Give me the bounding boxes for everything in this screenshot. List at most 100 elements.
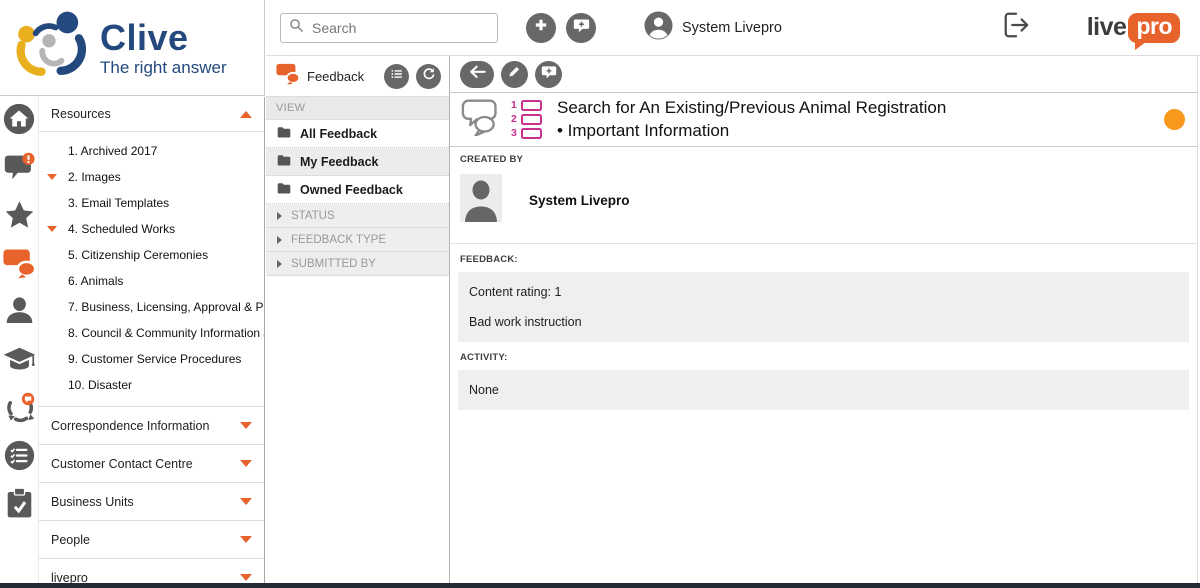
task-list-icon — [4, 440, 35, 476]
tree-item[interactable]: 6. Animals — [39, 268, 264, 294]
back-button[interactable] — [460, 61, 494, 88]
activity-content-box: None — [458, 370, 1189, 410]
expand-caret-icon — [47, 226, 57, 232]
tree-item[interactable]: 1. Archived 2017 — [39, 138, 264, 164]
speech-bubbles-outline-icon — [460, 98, 502, 141]
livepro-logo: live pro — [1087, 13, 1180, 43]
sidebar-item-workflow[interactable] — [3, 393, 36, 426]
tree-item[interactable]: 4. Scheduled Works — [39, 216, 264, 242]
sidebar-item-checklist[interactable] — [3, 489, 36, 522]
livepro-logo-pro: pro — [1136, 13, 1172, 39]
chevron-down-icon — [240, 460, 252, 467]
tree-item[interactable]: 10. Disaster — [39, 372, 264, 398]
tree-item-label: 5. Citizenship Ceremonies — [68, 248, 208, 262]
chevron-up-icon — [240, 111, 252, 118]
tree-item[interactable]: 9. Customer Service Procedures — [39, 346, 264, 372]
feedback-view-label: All Feedback — [300, 127, 377, 141]
resources-tree-list: 1. Archived 2017 2. Images 3. Email Temp… — [39, 132, 264, 398]
feedback-filter-list: STATUS FEEDBACK TYPE SUBMITTED BY — [266, 204, 449, 276]
tree-item[interactable]: 7. Business, Licensing, Approval & Permi… — [39, 294, 264, 320]
sidebar-item-training[interactable] — [3, 345, 36, 378]
add-button[interactable] — [526, 13, 556, 43]
tree-item[interactable]: 5. Citizenship Ceremonies — [39, 242, 264, 268]
refresh-button[interactable] — [416, 64, 441, 89]
feedback-filter-section[interactable]: FEEDBACK TYPE — [266, 228, 449, 252]
user-name: System Livepro — [682, 20, 782, 36]
plus-icon — [533, 17, 549, 38]
user-menu[interactable]: System Livepro — [644, 11, 782, 45]
feedback-section-label: FEEDBACK: — [450, 244, 1197, 267]
tree-item[interactable]: 3. Email Templates — [39, 190, 264, 216]
detail-toolbar — [450, 56, 1197, 92]
feedback-view-item[interactable]: My Feedback — [266, 148, 449, 176]
tree-item-label: 2. Images — [68, 170, 121, 184]
article-title: Search for An Existing/Previous Animal R… — [557, 97, 946, 142]
topbar: System Livepro live pro — [266, 0, 1200, 56]
chevron-down-icon — [240, 574, 252, 581]
tree-item-label: 3. Email Templates — [68, 196, 169, 210]
accordion-section[interactable]: Customer Contact Centre — [39, 445, 264, 483]
folder-icon — [277, 154, 291, 169]
article-title-line1: Search for An Existing/Previous Animal R… — [557, 97, 946, 119]
accordion-section[interactable]: Correspondence Information — [39, 407, 264, 445]
tree-item-label: 7. Business, Licensing, Approval & Permi… — [68, 300, 264, 314]
feedback-view-label: Owned Feedback — [300, 183, 403, 197]
search-box[interactable] — [280, 13, 498, 43]
chevron-down-icon — [240, 422, 252, 429]
sidebar-item-tasks[interactable] — [3, 441, 36, 474]
clipboard-check-icon — [6, 487, 33, 524]
app-root: Clive The right answer — [0, 0, 1200, 588]
feedback-filter-section[interactable]: STATUS — [266, 204, 449, 228]
view-section-header: VIEW — [266, 96, 449, 120]
resources-header-label: Resources — [51, 107, 111, 121]
feedback-text-line: Content rating: 1 — [469, 277, 1178, 307]
sidebar-item-people[interactable] — [3, 297, 36, 330]
feedback-view-item[interactable]: All Feedback — [266, 120, 449, 148]
sidebar-item-home[interactable] — [3, 105, 36, 138]
tree-item-label: 1. Archived 2017 — [68, 144, 157, 158]
feedback-text-line: Bad work instruction — [469, 307, 1178, 337]
accordion-section[interactable]: livepro — [39, 559, 264, 583]
sidebar-item-feedback[interactable] — [3, 249, 36, 282]
add-feedback-button-detail[interactable] — [535, 61, 562, 88]
feedback-icon — [3, 248, 36, 284]
tree-item[interactable]: 8. Council & Community Information & Eve… — [39, 320, 264, 346]
feedback-panel-title: Feedback — [307, 69, 364, 84]
list-view-icon — [390, 67, 404, 86]
accordion-section[interactable]: People — [39, 521, 264, 559]
person-icon — [5, 297, 34, 330]
sidebar-item-favourites[interactable] — [3, 201, 36, 234]
livepro-logo-live: live — [1087, 13, 1127, 42]
activity-value: None — [469, 375, 1178, 405]
accordion-section[interactable]: Business Units — [39, 483, 264, 521]
logout-button[interactable] — [1001, 11, 1031, 44]
feedback-filter-label: SUBMITTED BY — [291, 258, 376, 270]
graduation-cap-icon — [3, 346, 36, 378]
search-input[interactable] — [310, 19, 489, 37]
feedback-view-item[interactable]: Owned Feedback — [266, 176, 449, 204]
home-icon — [3, 103, 35, 140]
feedback-detail-panel: 1 2 3 Search for An Existing/Previous An… — [449, 56, 1198, 583]
feedback-panel: Feedback VIEW All Feedback — [266, 56, 449, 583]
accordion-label: livepro — [51, 571, 88, 584]
category-accordions: Correspondence Information Customer Cont… — [39, 406, 264, 583]
edit-button[interactable] — [501, 61, 528, 88]
search-icon — [289, 18, 304, 38]
accordion-label: Customer Contact Centre — [51, 457, 193, 471]
feedback-view-list: All Feedback My Feedback Owned Feedback — [266, 120, 449, 204]
list-view-button[interactable] — [384, 64, 409, 89]
sidebar-item-feedback-alerts[interactable] — [3, 153, 36, 186]
tree-item[interactable]: 2. Images — [39, 164, 264, 190]
feedback-filter-section[interactable]: SUBMITTED BY — [266, 252, 449, 276]
add-feedback-icon — [573, 17, 590, 39]
livepro-logo-bubble: pro — [1128, 13, 1180, 43]
clive-title: Clive — [100, 20, 227, 56]
resources-accordion-header[interactable]: Resources — [39, 97, 264, 132]
add-feedback-button[interactable] — [566, 13, 596, 43]
feedback-filter-label: STATUS — [291, 210, 335, 222]
created-by-block: CREATED BY System Livepro — [450, 147, 1197, 244]
article-title-card: 1 2 3 Search for An Existing/Previous An… — [450, 92, 1197, 147]
refresh-icon — [422, 67, 436, 86]
icon-rail — [0, 97, 38, 583]
chevron-right-icon — [277, 260, 282, 268]
